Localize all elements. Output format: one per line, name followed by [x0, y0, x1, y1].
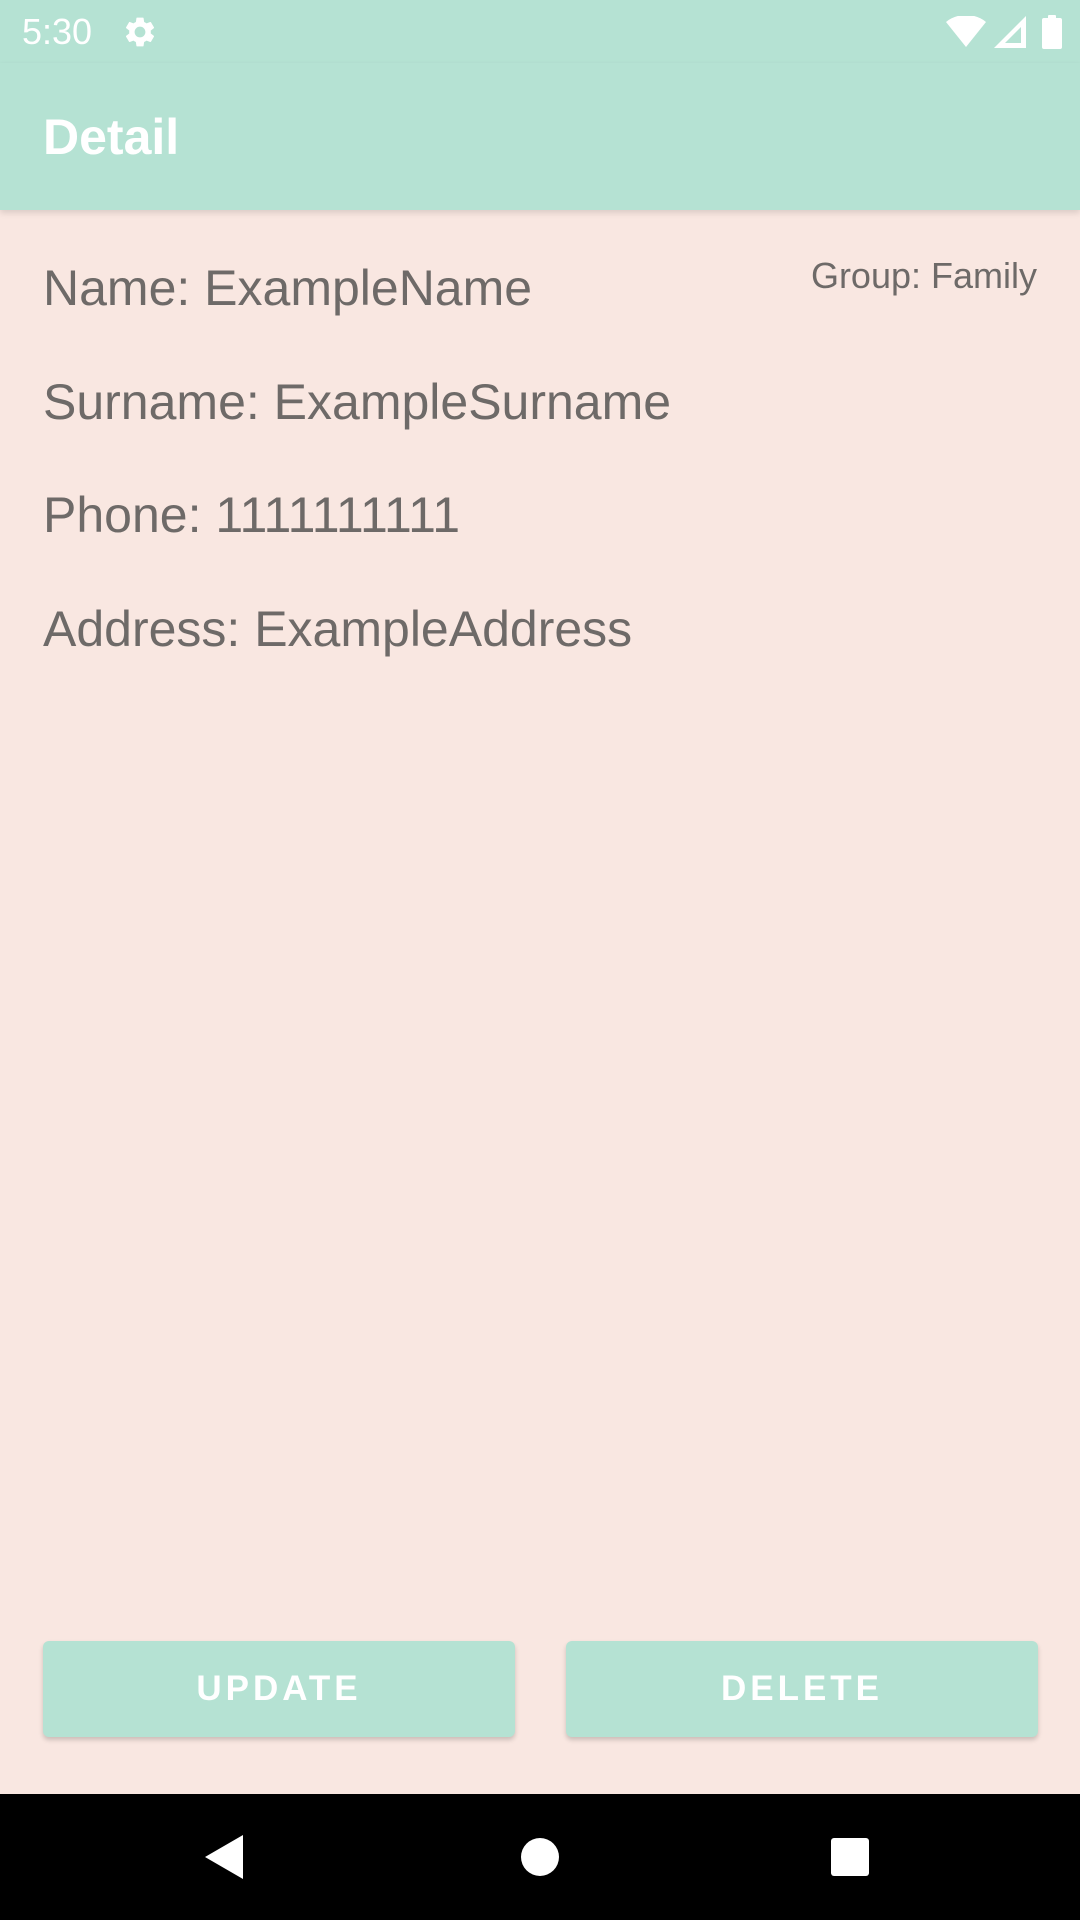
home-icon	[521, 1838, 559, 1876]
page-title: Detail	[43, 109, 180, 165]
phone-text: Phone: 1111111111	[43, 487, 461, 543]
home-button[interactable]	[480, 1794, 600, 1920]
screen: 5:30 Detail Name: ExampleName Group: Fam…	[0, 0, 1080, 1920]
back-icon	[205, 1835, 243, 1879]
battery-icon	[1042, 15, 1062, 49]
name-text: Name: ExampleName	[43, 260, 533, 316]
navigation-bar	[0, 1794, 1080, 1920]
status-icons	[946, 14, 1062, 50]
wifi-icon	[946, 16, 986, 48]
app-bar: Detail	[0, 63, 1080, 210]
gear-icon	[122, 14, 158, 50]
cell-signal-icon	[994, 16, 1026, 48]
address-text: Address: ExampleAddress	[43, 601, 633, 657]
recents-icon	[831, 1838, 869, 1876]
recents-button[interactable]	[790, 1794, 910, 1920]
detail-content: Name: ExampleName Group: Family Surname:…	[0, 210, 1080, 1794]
back-button[interactable]	[165, 1794, 285, 1920]
group-text: Group: Family	[810, 255, 1037, 296]
surname-text: Surname: ExampleSurname	[43, 374, 672, 430]
status-time: 5:30	[22, 11, 93, 52]
delete-button[interactable]: DELETE	[566, 1641, 1038, 1737]
status-bar: 5:30	[0, 0, 1080, 63]
update-button[interactable]: UPDATE	[43, 1641, 515, 1737]
